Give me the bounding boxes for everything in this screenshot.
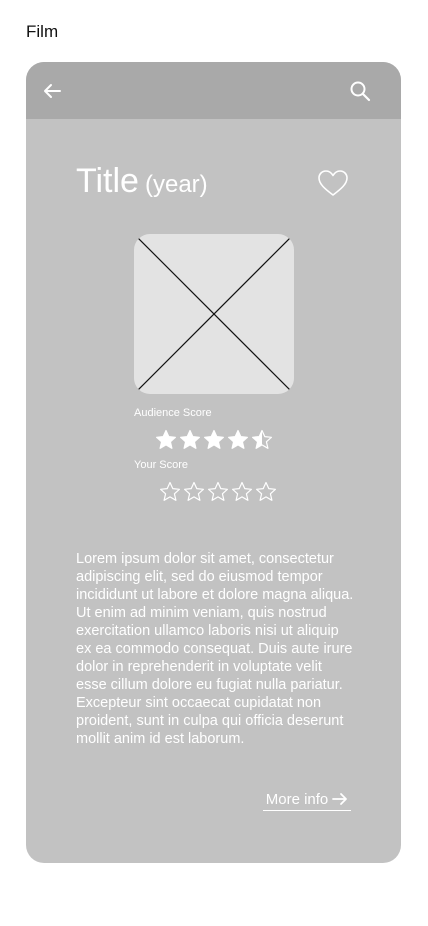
image-placeholder-icon (134, 234, 294, 394)
frame-title: Film (26, 22, 59, 41)
poster-placeholder (134, 234, 294, 394)
audience-score-stars (154, 428, 274, 452)
app-bar (26, 62, 401, 119)
star-filled-icon (180, 429, 200, 449)
star-filled-icon (204, 429, 224, 449)
more-info-label: More info (265, 790, 329, 808)
star-filled-icon (228, 429, 248, 449)
star-outline-icon[interactable] (230, 480, 254, 504)
more-info-link[interactable]: More info (263, 788, 351, 811)
your-score-label: Your Score (134, 459, 189, 471)
film-card: Title (year) Audience Score Your Score Lo… (26, 62, 401, 863)
movie-description: Lorem ipsum dolor sit amet, consectetur … (76, 551, 354, 747)
star-half-icon (252, 429, 272, 449)
star-outline-icon[interactable] (182, 480, 206, 504)
search-icon[interactable] (348, 79, 372, 103)
star-outline-icon[interactable] (206, 480, 230, 504)
your-score-stars[interactable] (158, 480, 278, 504)
audience-score-label: Audience Score (134, 407, 212, 419)
arrow-right-icon (332, 793, 348, 805)
arrow-left-icon[interactable] (40, 79, 64, 103)
movie-title: Title (76, 162, 139, 200)
heart-outline-icon[interactable] (316, 168, 350, 198)
star-outline-icon[interactable] (254, 480, 278, 504)
movie-year: (year) (144, 171, 208, 198)
star-outline-icon[interactable] (158, 480, 182, 504)
title-row: Title (year) (76, 162, 208, 201)
star-filled-icon (156, 429, 176, 449)
